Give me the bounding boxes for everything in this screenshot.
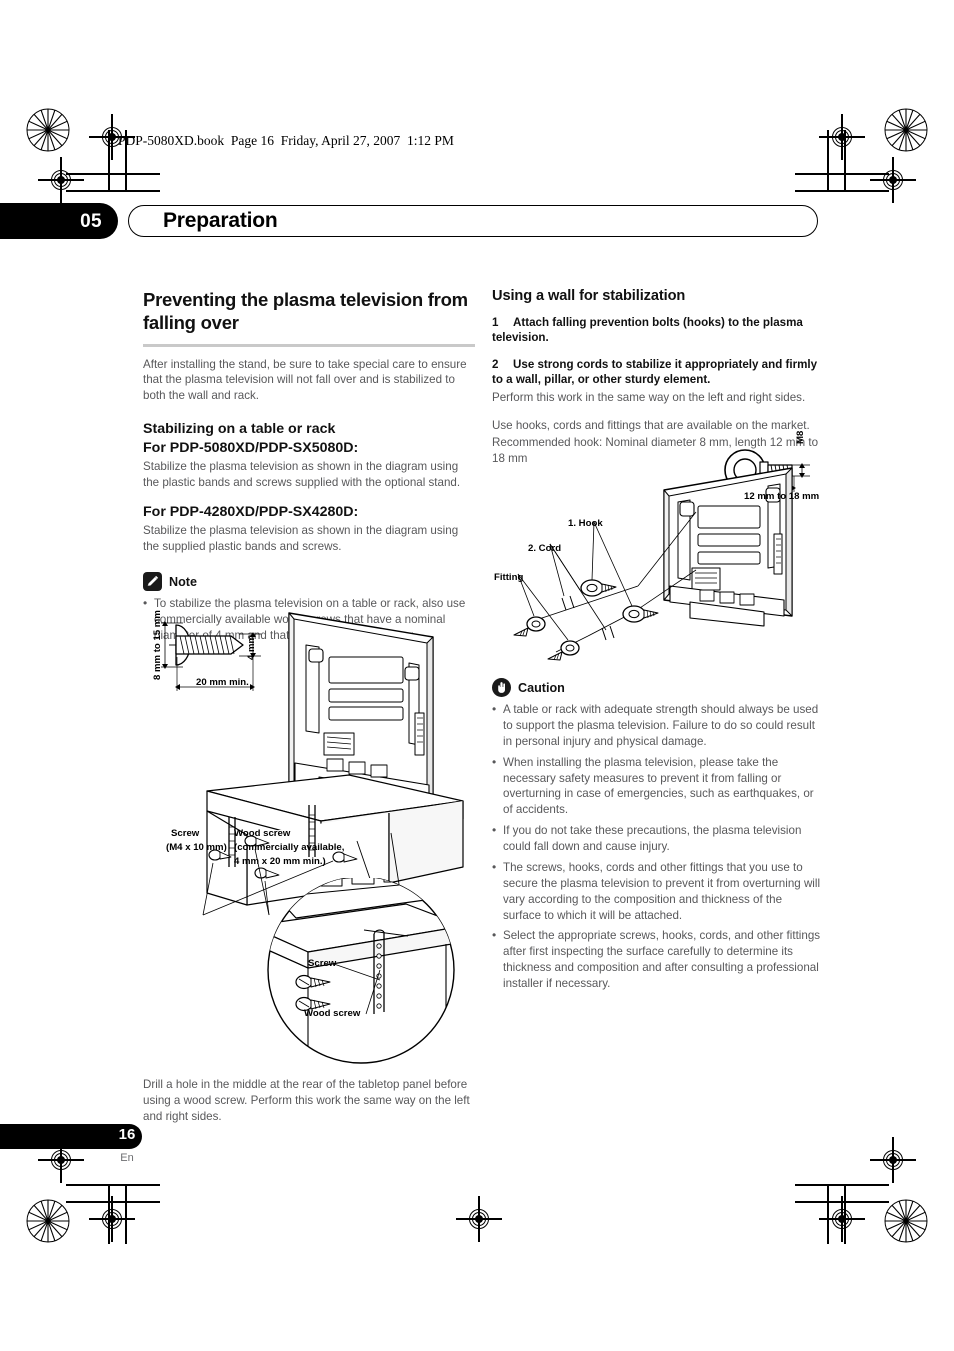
page-language: En xyxy=(120,1152,134,1164)
section-intro: After installing the stand, be sure to t… xyxy=(143,357,467,403)
model-a-body: Stabilize the plasma television as shown… xyxy=(143,460,461,489)
hook-label: 1. Hook xyxy=(568,518,603,529)
list-item: The screws, hooks, cords and other fitti… xyxy=(492,859,822,924)
heading-rule xyxy=(143,343,475,347)
registration-crosshair-top-right xyxy=(819,114,865,160)
list-item: If you do not take these precautions, th… xyxy=(492,822,822,855)
cord-label: 2. Cord xyxy=(528,543,562,554)
chapter-number-tab: 05 xyxy=(0,203,118,239)
model-b-body: Stabilize the plasma television as shown… xyxy=(143,524,459,554)
wood-screw-caption-spec1: (commercially available, xyxy=(234,842,345,853)
figure-caption: Drill a hole in the middle at the rear o… xyxy=(143,1078,470,1123)
wood-screw-caption-spec2: 4 mm x 20 mm min.) xyxy=(234,856,326,867)
step-2-number: 2 xyxy=(492,357,499,371)
page-title: Preparation xyxy=(163,209,278,232)
registration-starburst-top-left xyxy=(26,108,70,152)
registration-crosshair-right-upper xyxy=(870,157,916,203)
registration-starburst-top-right xyxy=(884,108,928,152)
step-2: 2 Use strong cords to stabilize it approp… xyxy=(492,357,822,388)
screw-tip-diameter-label: 4 mm xyxy=(246,634,257,660)
registration-crosshair-left-upper xyxy=(38,157,84,203)
tabletop-panel-detail-inset xyxy=(256,878,471,1068)
bolt-thread-label: M8 xyxy=(795,430,806,444)
right-section-heading: Using a wall for stabilization xyxy=(492,288,686,304)
detail-screw-label: Screw xyxy=(308,958,337,969)
registration-starburst-bottom-left xyxy=(26,1199,70,1243)
screw-caption-label: Screw xyxy=(171,828,200,839)
step-1-text: Attach falling prevention bolts (hooks) … xyxy=(492,316,803,345)
book-file-header: PDP-5080XD.book Page 16 Friday, April 27… xyxy=(118,133,454,148)
step-2-note: Perform this work in the same way on the… xyxy=(492,390,806,404)
screw-caption-spec: (M4 x 10 mm) xyxy=(166,842,227,853)
caution-block: Caution A table or rack with adequate st… xyxy=(492,678,822,997)
left-column: Preventing the plasma television from fa… xyxy=(143,288,475,649)
note-pencil-icon xyxy=(143,572,162,592)
section-heading: Preventing the plasma television from fa… xyxy=(143,289,468,334)
note-header: Note xyxy=(143,572,475,592)
registration-starburst-bottom-right xyxy=(884,1199,928,1243)
bolt-length-label: 12 mm to 18 mm xyxy=(744,491,820,502)
model-a-heading: For PDP-5080XD/PDP-SX5080D: xyxy=(143,439,359,456)
registration-crosshair-bottom-left xyxy=(89,1196,135,1242)
fitting-label: Fitting xyxy=(494,572,524,583)
caution-header: Caution xyxy=(492,678,822,697)
page-number: 16 xyxy=(118,1126,136,1143)
registration-crosshair-right-lower xyxy=(870,1137,916,1183)
step-1: 1 Attach falling prevention bolts (hooks)… xyxy=(492,315,822,346)
detail-wood-screw-label: Wood screw xyxy=(304,1008,361,1019)
caution-list: A table or rack with adequate strength s… xyxy=(492,701,822,992)
subsection-heading: Stabilizing on a table or rack xyxy=(143,421,336,438)
hook-note-line-1: Use hooks, cords and fittings that are a… xyxy=(492,418,810,432)
step-1-number: 1 xyxy=(492,316,499,329)
registration-crosshair-bottom-right xyxy=(819,1196,865,1242)
note-title: Note xyxy=(169,574,197,589)
model-b-heading: For PDP-4280XD/PDP-SX4280D: xyxy=(143,503,359,520)
list-item: A table or rack with adequate strength s… xyxy=(492,701,822,750)
caution-hand-icon xyxy=(492,678,511,697)
registration-crosshair-bottom-center xyxy=(456,1196,502,1242)
screw-head-height-label: 8 mm to 15 mm xyxy=(152,610,163,680)
list-item: When installing the plasma television, p… xyxy=(492,754,822,819)
list-item: Select the appropriate screws, hooks, co… xyxy=(492,927,822,992)
chapter-number: 05 xyxy=(80,211,102,232)
wood-screw-caption-label: Wood screw xyxy=(234,828,291,839)
caution-title: Caution xyxy=(518,680,565,695)
step-2-text: Use strong cords to stabilize it appropr… xyxy=(492,357,818,387)
screw-length-label: 20 mm min. xyxy=(196,677,249,688)
